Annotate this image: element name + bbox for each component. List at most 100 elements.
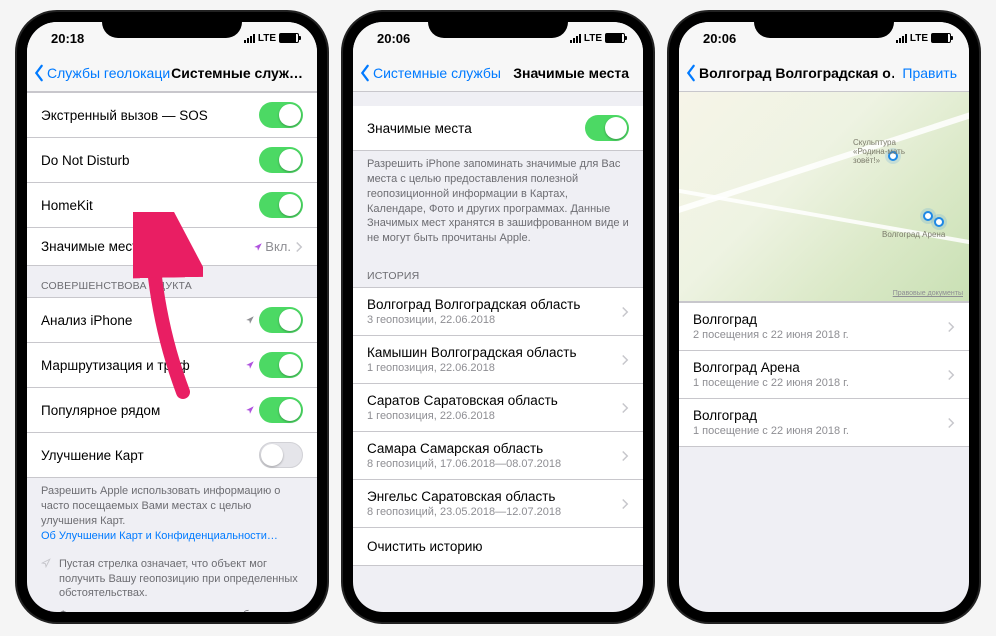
row-subtitle: 1 посещение с 22 июня 2018 г. [693,425,947,437]
chevron-right-icon [621,306,629,318]
signal-icon [244,34,255,43]
nav-back-button[interactable]: Волгоград Волгоградская о… [685,64,894,82]
settings-row[interactable]: Значимые местаВкл. [27,228,317,266]
network-label: LTE [258,33,276,44]
toggle-switch[interactable] [259,352,303,378]
history-row[interactable]: Самара Самарская область 8 геопозиций, 17… [353,432,643,480]
status-time: 20:18 [51,31,84,46]
row-subtitle: 8 геопозиций, 23.05.2018—12.07.2018 [367,506,621,518]
settings-list[interactable]: Экстренный вызов — SOS Do Not Disturb Home… [27,92,317,612]
row-subtitle: 1 геопозиция, 22.06.2018 [367,410,621,422]
status-time: 20:06 [377,31,410,46]
location-arrow-icon [41,558,51,568]
notch [428,12,568,38]
edit-button[interactable]: Править [902,65,963,81]
phone-frame-1: 20:18 LTE Службы геолокации Системные сл… [17,12,327,622]
row-label: Популярное рядом [41,403,245,418]
history-row[interactable]: Саратов Саратовская область1 геопозиция,… [353,384,643,432]
chevron-right-icon [947,369,955,381]
nav-bar: Волгоград Волгоградская о… Править [679,54,969,92]
chevron-left-icon [359,64,371,82]
phone-frame-2: 20:06 LTE Системные службы Значимые мест… [343,12,653,622]
location-arrow-icon [245,405,255,415]
location-arrow-icon [245,360,255,370]
row-label: Анализ iPhone [41,313,245,328]
map-poi-label: Скульптура «Родина-мать зовёт!» [853,138,923,165]
row-label: Do Not Disturb [41,153,259,168]
row-label: Маршрутизация и траф [41,358,245,373]
battery-icon [931,33,951,43]
toggle-switch[interactable] [259,397,303,423]
toggle-switch[interactable] [259,192,303,218]
map-pin[interactable] [934,217,944,227]
status-time: 20:06 [703,31,736,46]
network-label: LTE [910,33,928,44]
row-label: Значимые места [41,239,253,254]
row-title: Энгельс Саратовская область [367,489,621,504]
legend-item: Фиолетовая стрелка означает, что объект … [27,604,317,612]
signal-icon [896,34,907,43]
row-subtitle: 8 геопозиций, 17.06.2018—08.07.2018 [367,458,621,470]
row-subtitle: 1 посещение с 22 июня 2018 г. [693,377,947,389]
place-row[interactable]: Волгоград Арена1 посещение с 22 июня 201… [679,351,969,399]
map-view[interactable]: Скульптура «Родина-мать зовёт!» Волгогра… [679,92,969,302]
location-detail[interactable]: Скульптура «Родина-мать зовёт!» Волгогра… [679,92,969,612]
notch [102,12,242,38]
row-indicator [245,360,255,370]
battery-icon [279,33,299,43]
footer-text: Разрешить Apple использовать информацию … [41,485,280,527]
location-arrow-icon [245,315,255,325]
nav-back-button[interactable]: Системные службы [359,64,501,82]
row-label: Значимые места [367,121,585,136]
settings-row[interactable]: Маршрутизация и траф [27,343,317,388]
nav-title: Системные службы [171,65,311,81]
place-row[interactable]: Волгоград 1 посещение с 22 июня 2018 г. [679,399,969,447]
chevron-right-icon [621,450,629,462]
footer-link[interactable]: Об Улучшении Карт и Конфиденциальности… [41,530,278,542]
battery-icon [605,33,625,43]
toggle-switch[interactable] [585,115,629,141]
history-row[interactable]: Энгельс Саратовская область 8 геопозиций,… [353,480,643,528]
network-label: LTE [584,33,602,44]
chevron-left-icon [33,64,45,82]
settings-row[interactable]: Do Not Disturb [27,138,317,183]
map-pin[interactable] [923,211,933,221]
row-label: HomeKit [41,198,259,213]
row-subtitle: 3 геопозиции, 22.06.2018 [367,314,621,326]
nav-back-button[interactable]: Службы геолокации [33,64,171,82]
toggle-switch[interactable] [259,307,303,333]
nav-bar: Службы геолокации Системные службы [27,54,317,92]
significant-locations-toggle-row[interactable]: Значимые места [353,106,643,151]
legend-text: Фиолетовая стрелка означает, что объект … [59,608,303,612]
clear-history-button[interactable]: Очистить историю [353,528,643,566]
phone-frame-3: 20:06 LTE Волгоград Волгоградская о… Пра… [669,12,979,622]
toggle-switch[interactable] [259,442,303,468]
location-arrow-icon [253,242,263,252]
map-legal-link[interactable]: Правовые документы [893,290,963,297]
legend-text: Пустая стрелка означает, что объект мог … [59,557,303,600]
row-title: Волгоград Волгоградская область [367,297,621,312]
settings-row[interactable]: HomeKit [27,183,317,228]
nav-bar: Системные службы Значимые места [353,54,643,92]
settings-row[interactable]: Анализ iPhone [27,297,317,343]
history-row[interactable]: Камышин Волгоградская область1 геопозици… [353,336,643,384]
place-row[interactable]: Волгоград2 посещения с 22 июня 2018 г. [679,302,969,351]
toggle-switch[interactable] [259,102,303,128]
chevron-right-icon [621,402,629,414]
row-title: Самара Самарская область [367,441,621,456]
chevron-right-icon [621,354,629,366]
settings-row[interactable]: Экстренный вызов — SOS [27,92,317,138]
toggle-switch[interactable] [259,147,303,173]
section-footer: Разрешить iPhone запоминать значимые для… [353,151,643,256]
history-row[interactable]: Волгоград Волгоградская область 3 геопози… [353,287,643,336]
notch [754,12,894,38]
settings-list[interactable]: Значимые места Разрешить iPhone запомина… [353,92,643,612]
history-header: ИСТОРИЯ [353,256,643,287]
chevron-right-icon [295,241,303,253]
signal-icon [570,34,581,43]
legend-item: Пустая стрелка означает, что объект мог … [27,553,317,604]
settings-row[interactable]: Улучшение Карт [27,433,317,478]
row-title: Волгоград [693,408,947,423]
settings-row[interactable]: Популярное рядом [27,388,317,433]
nav-back-label: Системные службы [373,65,501,81]
